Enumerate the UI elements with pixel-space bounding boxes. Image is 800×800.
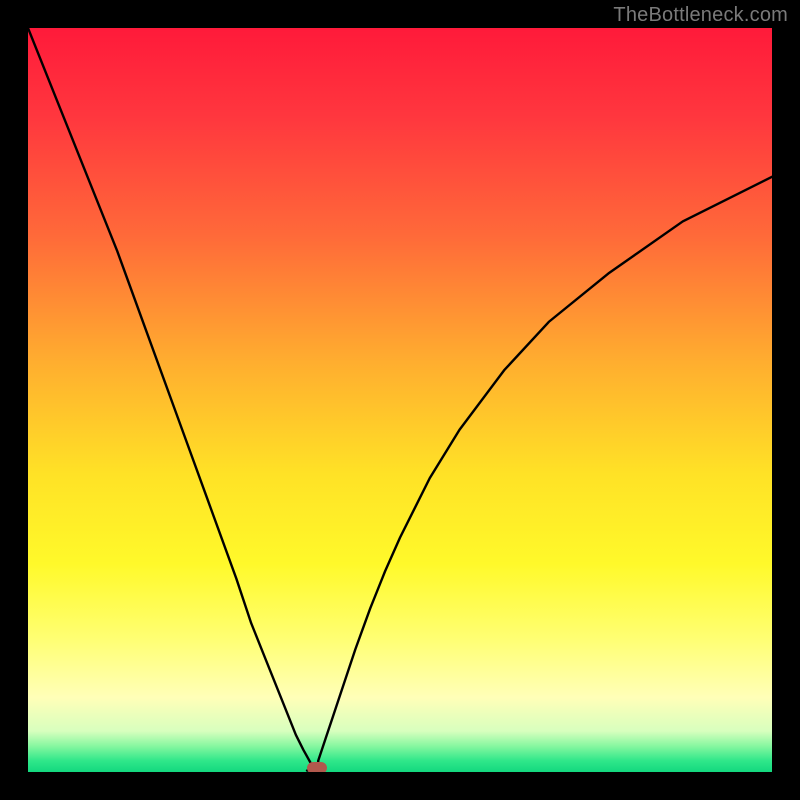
bottleneck-curve	[28, 28, 772, 771]
chart-frame: TheBottleneck.com	[0, 0, 800, 800]
minimum-marker	[307, 762, 327, 772]
curve-layer	[28, 28, 772, 772]
plot-area	[28, 28, 772, 772]
watermark-text: TheBottleneck.com	[613, 4, 788, 27]
